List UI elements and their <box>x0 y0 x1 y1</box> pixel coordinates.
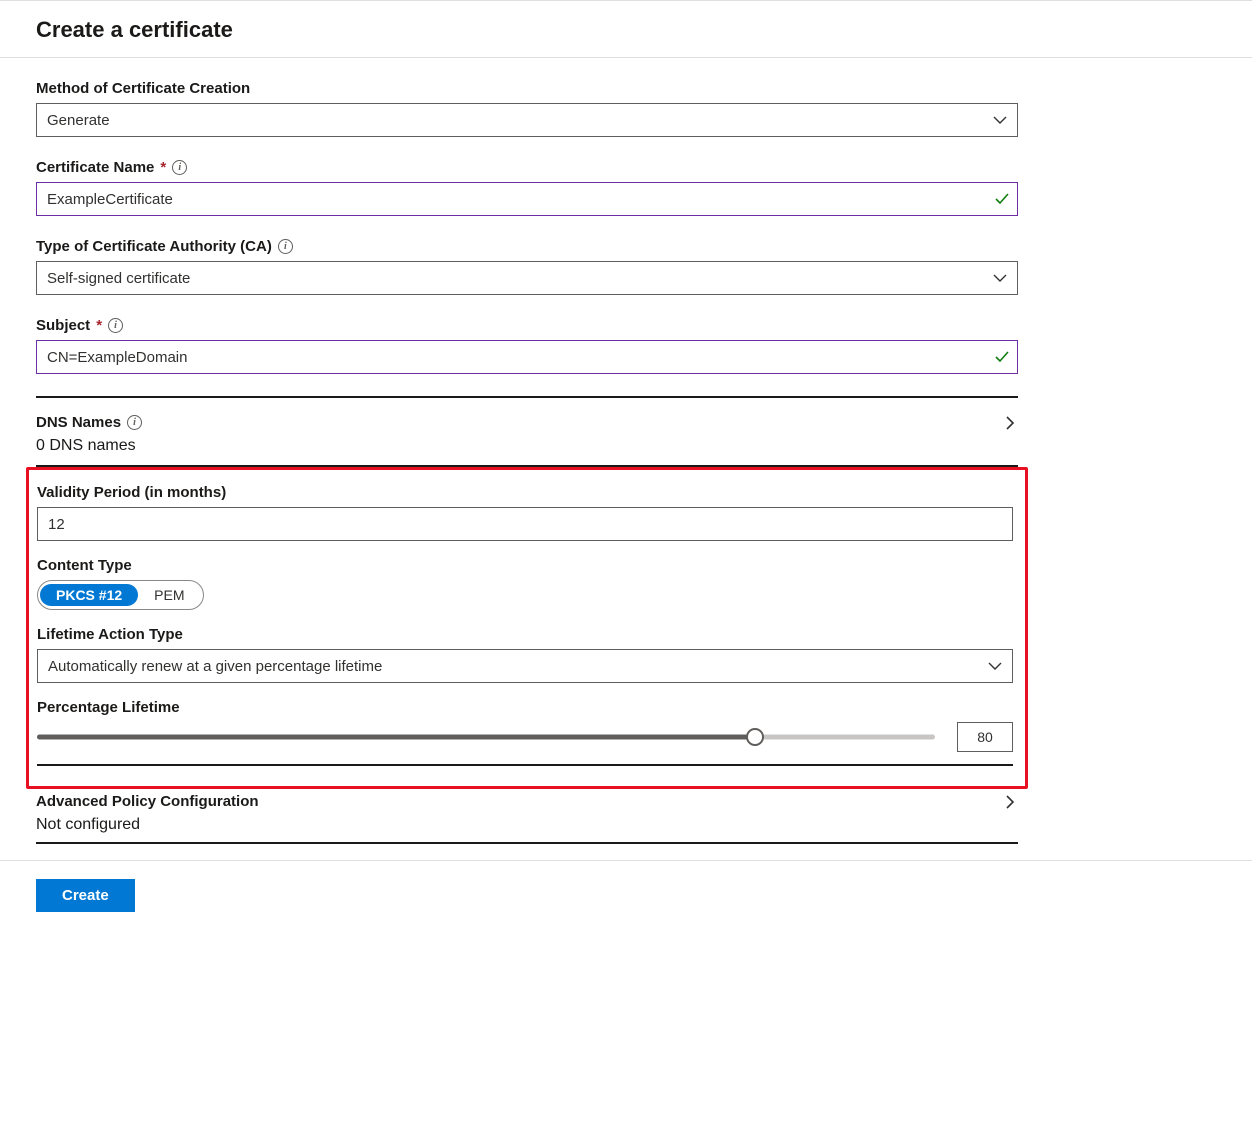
field-ca-type: Type of Certificate Authority (CA) i Sel… <box>36 238 1216 295</box>
content-type-option-pem[interactable]: PEM <box>138 584 200 606</box>
validity-input-wrap <box>37 507 1013 541</box>
content-type-option-pkcs12[interactable]: PKCS #12 <box>40 584 138 606</box>
advanced-policy-label: Advanced Policy Configuration <box>36 793 259 810</box>
field-lifetime-action: Lifetime Action Type Automatically renew… <box>37 626 1017 683</box>
create-button[interactable]: Create <box>36 879 135 912</box>
ca-type-label-text: Type of Certificate Authority (CA) <box>36 238 272 255</box>
highlighted-section: Validity Period (in months) Content Type… <box>26 467 1028 789</box>
footer: Create <box>0 860 1252 934</box>
cert-name-label: Certificate Name * i <box>36 159 1216 176</box>
validity-input[interactable] <box>37 507 1013 541</box>
check-icon <box>994 191 1010 207</box>
info-icon[interactable]: i <box>172 160 187 175</box>
method-select[interactable]: Generate <box>36 103 1018 137</box>
lifetime-action-select-button[interactable]: Automatically renew at a given percentag… <box>37 649 1013 683</box>
slider-thumb[interactable] <box>746 728 764 746</box>
field-advanced-policy[interactable]: Advanced Policy Configuration Not config… <box>36 793 1216 834</box>
content-type-label: Content Type <box>37 557 1017 574</box>
field-method: Method of Certificate Creation Generate <box>36 80 1216 137</box>
create-certificate-page: Create a certificate Method of Certifica… <box>0 0 1252 934</box>
page-title: Create a certificate <box>36 17 1216 43</box>
field-cert-name: Certificate Name * i <box>36 159 1216 216</box>
method-label: Method of Certificate Creation <box>36 80 1216 97</box>
content-type-toggle[interactable]: PKCS #12 PEM <box>37 580 204 610</box>
chevron-right-icon <box>1002 415 1018 431</box>
subject-label-text: Subject <box>36 317 90 334</box>
info-icon[interactable]: i <box>108 318 123 333</box>
ca-type-select-button[interactable]: Self-signed certificate <box>36 261 1018 295</box>
divider <box>36 396 1018 398</box>
cert-name-input-wrap <box>36 182 1018 216</box>
validity-label: Validity Period (in months) <box>37 484 1017 501</box>
cert-name-input[interactable] <box>36 182 1018 216</box>
subject-input[interactable] <box>36 340 1018 374</box>
advanced-policy-value: Not configured <box>36 816 1216 834</box>
ca-type-label: Type of Certificate Authority (CA) i <box>36 238 1216 255</box>
lifetime-action-label: Lifetime Action Type <box>37 626 1017 643</box>
dns-names-label: DNS Names i <box>36 414 142 431</box>
required-asterisk: * <box>160 159 166 176</box>
ca-type-select[interactable]: Self-signed certificate <box>36 261 1018 295</box>
dns-names-value: 0 DNS names <box>36 437 1216 455</box>
field-validity-period: Validity Period (in months) <box>37 484 1017 541</box>
required-asterisk: * <box>96 317 102 334</box>
field-subject: Subject * i <box>36 317 1216 374</box>
chevron-right-icon <box>1002 794 1018 810</box>
field-content-type: Content Type PKCS #12 PEM <box>37 557 1017 610</box>
percentage-lifetime-value[interactable]: 80 <box>957 722 1013 752</box>
percentage-lifetime-slider[interactable] <box>37 727 935 747</box>
check-icon <box>994 349 1010 365</box>
slider-fill <box>37 735 755 740</box>
info-icon[interactable]: i <box>278 239 293 254</box>
divider <box>36 842 1018 844</box>
subject-label: Subject * i <box>36 317 1216 334</box>
method-select-button[interactable]: Generate <box>36 103 1018 137</box>
lifetime-action-select[interactable]: Automatically renew at a given percentag… <box>37 649 1013 683</box>
cert-name-label-text: Certificate Name <box>36 159 154 176</box>
page-header: Create a certificate <box>0 1 1252 58</box>
divider <box>37 764 1013 766</box>
form-area: Method of Certificate Creation Generate … <box>0 58 1252 844</box>
percentage-lifetime-label: Percentage Lifetime <box>37 699 1017 716</box>
info-icon[interactable]: i <box>127 415 142 430</box>
subject-input-wrap <box>36 340 1018 374</box>
dns-names-label-text: DNS Names <box>36 414 121 431</box>
field-percentage-lifetime: Percentage Lifetime 80 <box>37 699 1017 752</box>
field-dns-names[interactable]: DNS Names i 0 DNS names <box>36 414 1216 455</box>
